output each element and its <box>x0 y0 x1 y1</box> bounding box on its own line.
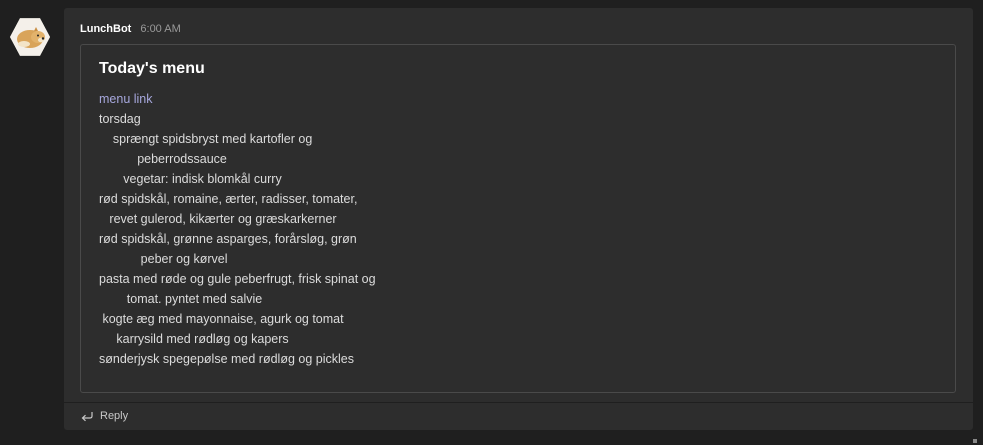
sender-name[interactable]: LunchBot <box>80 23 131 35</box>
menu-line: revet gulerod, kikærter og græskarkerner <box>99 212 337 226</box>
menu-line: sønderjysk spegepølse med rødløg og pick… <box>99 352 354 366</box>
card-title: Today's menu <box>99 60 205 77</box>
menu-line: karrysild med rødløg og kapers <box>99 332 289 346</box>
reply-label: Reply <box>100 410 129 422</box>
menu-line: kogte æg med mayonnaise, agurk og tomat <box>99 312 344 326</box>
message-post: LunchBot 6:00 AM Today's menu menu link … <box>64 8 973 430</box>
menu-line: rød spidskål, romaine, ærter, radisser, … <box>99 192 358 206</box>
reply-button[interactable]: Reply <box>80 408 128 424</box>
menu-line: peber og kørvel <box>99 252 228 266</box>
resize-handle[interactable] <box>973 439 977 443</box>
menu-line: vegetar: indisk blomkål curry <box>99 172 282 186</box>
message-timestamp: 6:00 AM <box>140 23 181 35</box>
footer-divider <box>64 402 973 403</box>
card-body: menu link torsdag sprængt spidsbryst med… <box>99 89 376 369</box>
menu-line: sprængt spidsbryst med kartofler og <box>99 132 313 146</box>
message-header: LunchBot 6:00 AM <box>80 22 181 36</box>
menu-card: Today's menu menu link torsdag sprængt s… <box>80 44 956 393</box>
menu-line: torsdag <box>99 112 141 126</box>
menu-line: rød spidskål, grønne asparges, forårsløg… <box>99 232 357 246</box>
menu-line: tomat. pyntet med salvie <box>99 292 263 306</box>
reply-arrow-icon <box>80 410 94 422</box>
menu-line: pasta med røde og gule peberfrugt, frisk… <box>99 272 376 286</box>
bot-avatar[interactable] <box>10 18 50 56</box>
menu-link[interactable]: menu link <box>99 89 376 109</box>
dog-avatar-icon <box>10 18 50 56</box>
menu-line: peberrodssauce <box>99 152 227 166</box>
